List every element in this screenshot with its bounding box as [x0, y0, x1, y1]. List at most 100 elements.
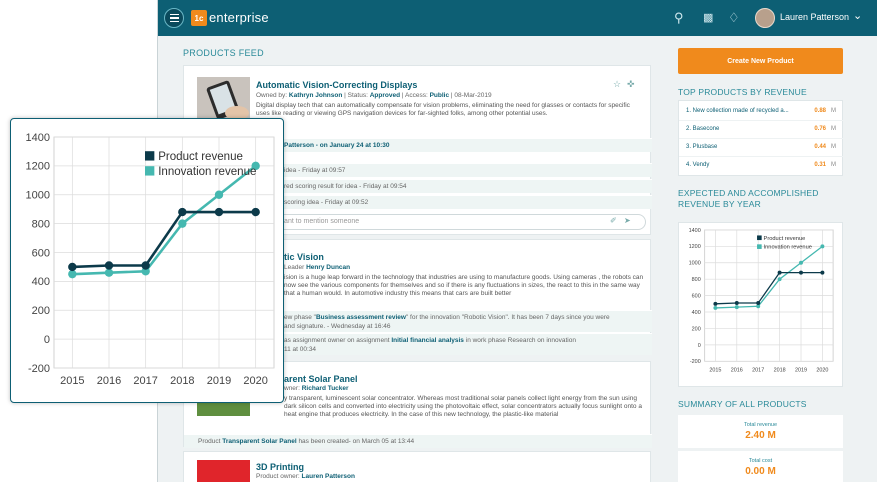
- x-tick-label: 2019: [207, 375, 231, 387]
- activity-item: Product Transparent Solar Panel has been…: [184, 434, 652, 448]
- data-point: [68, 269, 77, 279]
- y-tick-label: 400: [692, 310, 701, 316]
- list-item[interactable]: 4. Vendy 0.31 M: [679, 157, 844, 175]
- y-tick-label: 1000: [26, 190, 50, 202]
- send-icon[interactable]: ➤: [624, 216, 631, 225]
- data-point: [777, 277, 782, 282]
- series-line: [72, 210, 256, 269]
- y-tick-label: 800: [692, 277, 701, 283]
- chart-popup: -200 0 200 400 600 800 1000 1200 1400 2015 2016 201…: [10, 118, 284, 403]
- summary-value: 0.00 M: [745, 466, 776, 477]
- feed-title: PRODUCTS FEED: [183, 48, 264, 58]
- data-point: [799, 260, 803, 265]
- y-tick-label: 0: [44, 334, 50, 346]
- list-item[interactable]: 2. Basecone 0.76 M: [679, 121, 844, 139]
- pin-icon[interactable]: ✜: [627, 79, 635, 90]
- data-point: [178, 207, 187, 217]
- create-product-button[interactable]: Create New Product: [678, 48, 843, 74]
- y-tick-label: 600: [32, 247, 50, 259]
- summary-label: Total revenue: [743, 422, 778, 428]
- data-point: [68, 262, 77, 272]
- menu-button[interactable]: [164, 8, 184, 28]
- mini-revenue-chart: -200 0 200 400 600 800 1000 1200 1400 2015 2016 201…: [678, 222, 843, 387]
- top-bar: 1c enterprise ⚲ ▩ ♢ Lauren Patterson ⌄: [158, 0, 877, 36]
- x-tick-label: 2020: [243, 375, 267, 387]
- y-tick-label: 0: [698, 343, 701, 349]
- data-point: [799, 270, 803, 275]
- product-description: Digital display tech that can automatica…: [256, 102, 630, 117]
- data-point: [820, 244, 825, 249]
- data-point: [713, 301, 718, 306]
- data-point: [141, 261, 150, 270]
- logo-badge: 1c: [191, 10, 207, 26]
- list-item[interactable]: 3. Plusbase 0.44 M: [679, 139, 844, 157]
- x-tick-label: 2015: [60, 375, 84, 387]
- data-point: [734, 305, 739, 310]
- legend-label: Product revenue: [158, 151, 243, 163]
- y-tick-label: 1200: [689, 244, 701, 250]
- product-thumbnail[interactable]: [197, 460, 250, 482]
- chevron-down-icon[interactable]: ⌄: [853, 9, 862, 22]
- summary-title: SUMMARY OF ALL PRODUCTS: [678, 399, 807, 409]
- product-title[interactable]: 3D Printing: [256, 462, 304, 472]
- bell-icon[interactable]: ♢: [728, 10, 740, 26]
- legend-swatch: [145, 151, 155, 161]
- product-meta: Leader Henry Duncan: [284, 264, 351, 271]
- x-tick-label: 2017: [752, 368, 764, 374]
- data-point: [777, 270, 782, 275]
- revenue-chart-title: EXPECTED AND ACCOMPLISHED REVENUE BY YEA…: [678, 188, 819, 209]
- data-point: [214, 190, 224, 199]
- y-tick-label: 1200: [26, 161, 50, 173]
- series-line: [72, 164, 257, 276]
- legend-swatch: [757, 235, 762, 241]
- data-point: [104, 268, 114, 277]
- y-tick-label: 600: [692, 294, 701, 300]
- product-meta: Product owner: Lauren Patterson: [256, 473, 355, 480]
- data-point: [820, 270, 825, 275]
- apps-grid-icon[interactable]: ▩: [703, 10, 713, 26]
- revenue-chart: -200 0 200 400 600 800 1000 1200 1400 2015 2016 201…: [26, 132, 275, 387]
- x-tick-label: 2015: [709, 368, 721, 374]
- series-line: [715, 271, 823, 305]
- top-products-title: TOP PRODUCTS BY REVENUE: [678, 87, 807, 97]
- x-tick-label: 2017: [133, 375, 157, 387]
- user-name[interactable]: Lauren Patterson: [780, 12, 849, 22]
- summary-total-cost: Total cost 0.00 M: [678, 450, 843, 482]
- legend-label: Innovation revenue: [158, 166, 256, 178]
- y-tick-label: 1000: [689, 261, 701, 267]
- legend-swatch: [145, 166, 155, 176]
- logo-text: enterprise: [209, 10, 269, 25]
- product-title[interactable]: tic Vision: [284, 252, 324, 262]
- legend-label: Innovation revenue: [764, 245, 812, 251]
- product-meta: wner: Richard Tucker: [284, 385, 349, 392]
- summary-total-revenue: Total revenue 2.40 M: [678, 414, 843, 448]
- y-tick-label: -200: [28, 363, 50, 375]
- legend-label: Product revenue: [764, 236, 806, 242]
- product-thumbnail[interactable]: [197, 77, 250, 121]
- x-tick-label: 2018: [170, 375, 194, 387]
- data-point: [713, 305, 718, 310]
- attach-icon[interactable]: ✐: [610, 216, 617, 225]
- y-tick-label: 1400: [26, 132, 50, 144]
- y-tick-label: 1400: [689, 228, 701, 234]
- list-item[interactable]: 1. New collection made of recycled a... …: [679, 103, 844, 121]
- product-title[interactable]: arent Solar Panel: [284, 374, 358, 384]
- y-tick-label: -200: [690, 359, 701, 365]
- avatar[interactable]: [755, 8, 775, 28]
- comment-input[interactable]: want to mention someone: [264, 214, 646, 230]
- data-point: [178, 219, 187, 228]
- data-point: [734, 301, 739, 305]
- y-tick-label: 800: [32, 218, 50, 230]
- y-tick-label: 400: [32, 276, 50, 288]
- product-description: ision is a huge leap forward in the tech…: [284, 274, 644, 297]
- y-tick-label: 200: [32, 305, 50, 317]
- summary-value: 2.40 M: [745, 430, 776, 441]
- series-line: [715, 245, 823, 309]
- x-tick-label: 2018: [774, 368, 786, 374]
- star-icon[interactable]: ☆: [613, 79, 621, 90]
- summary-label: Total cost: [748, 458, 773, 464]
- search-icon[interactable]: ⚲: [674, 10, 684, 26]
- data-point: [104, 261, 114, 270]
- product-title[interactable]: Automatic Vision-Correcting Displays: [256, 80, 417, 90]
- product-card: 3D Printing Product owner: Lauren Patter…: [183, 451, 651, 482]
